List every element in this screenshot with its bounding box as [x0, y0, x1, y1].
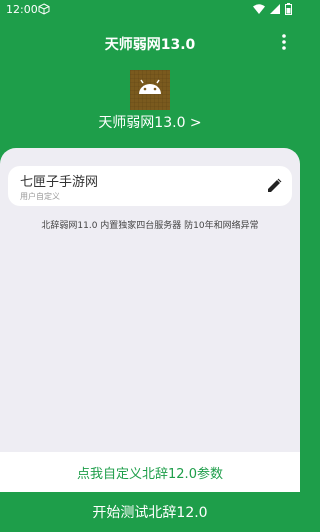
- android-icon: [130, 70, 170, 110]
- customize-params-button[interactable]: 点我自定义北辞12.0参数: [0, 452, 300, 492]
- start-test-button[interactable]: 开始测试北辞12.0: [0, 492, 300, 532]
- custom-entry-card[interactable]: 七匣子手游网 用户自定义: [8, 166, 292, 206]
- status-time: 12:00: [6, 3, 38, 16]
- status-icons: [248, 3, 292, 18]
- info-note: 北辞弱网11.0 内置独家四台服务器 防10年和网络异常: [41, 221, 259, 231]
- signal-icon: [270, 4, 280, 17]
- status-bar: 12:00: [0, 0, 300, 20]
- pencil-icon[interactable]: [266, 178, 282, 194]
- app-logo[interactable]: [130, 70, 170, 110]
- app-bar: 天师弱网13.0: [0, 20, 300, 64]
- battery-icon: [285, 3, 292, 18]
- app-name-link[interactable]: 天师弱网13.0 >: [0, 112, 300, 132]
- main-panel: 七匣子手游网 用户自定义 北辞弱网11.0 内置独家四台服务器 防10年和网络异…: [0, 148, 300, 452]
- entry-name: 七匣子手游网: [20, 175, 99, 190]
- more-vert-icon[interactable]: [278, 32, 290, 52]
- box-icon: [38, 3, 50, 15]
- entry-subtitle: 用户自定义: [20, 192, 60, 201]
- app-title: 天师弱网13.0: [104, 37, 196, 53]
- wifi-icon: [253, 4, 265, 17]
